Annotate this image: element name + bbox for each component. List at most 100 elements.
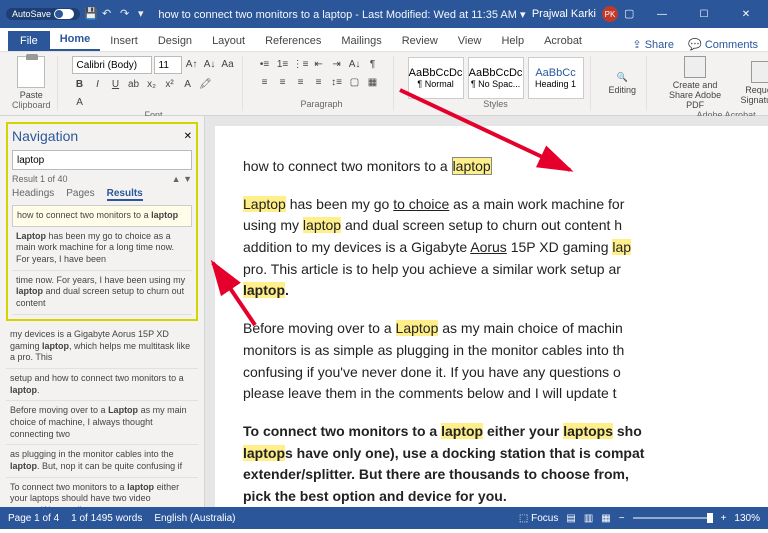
nav-result-item[interactable]: my devices is a Gigabyte Aorus 15P XD ga… [6, 325, 198, 369]
style-heading1[interactable]: AaBbCcHeading 1 [528, 57, 584, 99]
subscript-button[interactable]: x₂ [144, 76, 160, 92]
undo-icon[interactable]: ↶ [102, 7, 116, 21]
styles-group-label: Styles [483, 99, 508, 111]
bold-button[interactable]: B [72, 76, 88, 92]
show-marks-icon[interactable]: ¶ [365, 56, 381, 72]
status-focus[interactable]: ⬚ Focus [519, 513, 558, 524]
nav-tab-results[interactable]: Results [107, 188, 143, 201]
font-size-select[interactable] [154, 56, 182, 74]
clipboard-group-label: Clipboard [12, 100, 51, 112]
shading-icon[interactable]: ▢ [347, 74, 363, 90]
view-read-icon[interactable]: ▤ [566, 513, 575, 524]
font-color-icon[interactable]: A [72, 94, 88, 110]
tab-acrobat[interactable]: Acrobat [534, 31, 592, 51]
nav-result-nav-icons[interactable]: ▲ ▼ [172, 174, 192, 184]
paragraph-group-label: Paragraph [301, 99, 343, 111]
redo-icon[interactable]: ↷ [120, 7, 134, 21]
nav-result-item[interactable]: how to connect two monitors to a laptop [12, 205, 192, 227]
save-icon[interactable]: 💾 [84, 7, 98, 21]
zoom-in-button[interactable]: + [721, 513, 727, 524]
justify-icon[interactable]: ≡ [311, 74, 327, 90]
grow-font-icon[interactable]: A↑ [184, 56, 200, 72]
zoom-slider[interactable] [633, 517, 713, 519]
tab-layout[interactable]: Layout [202, 31, 255, 51]
tab-help[interactable]: Help [491, 31, 534, 51]
avatar[interactable]: PK [602, 6, 618, 22]
nav-tab-pages[interactable]: Pages [66, 188, 94, 201]
doc-title-line: how to connect two monitors to a laptop [243, 156, 768, 178]
align-right-icon[interactable]: ≡ [293, 74, 309, 90]
nav-result-item[interactable]: Laptop has been my go to choice as a mai… [12, 227, 192, 271]
paste-button[interactable]: Paste [13, 56, 49, 100]
pdf-icon [684, 56, 706, 78]
highlight-icon[interactable]: 🖍 [198, 76, 214, 92]
document-area[interactable]: how to connect two monitors to a laptop … [205, 116, 768, 507]
line-spacing-icon[interactable]: ↕≡ [329, 74, 345, 90]
italic-button[interactable]: I [90, 76, 106, 92]
nav-result-item[interactable]: as plugging in the monitor cables into t… [6, 445, 198, 477]
status-words[interactable]: 1 of 1495 words [71, 513, 142, 524]
nav-result-item[interactable]: Before moving over to a Laptop as my mai… [6, 401, 198, 445]
nav-results-list: how to connect two monitors to a laptopL… [12, 205, 192, 315]
strike-button[interactable]: ab [126, 76, 142, 92]
create-pdf-button[interactable]: Create and Share Adobe PDF [661, 56, 729, 110]
text-effects-icon[interactable]: A [180, 76, 196, 92]
superscript-button[interactable]: x² [162, 76, 178, 92]
group-editing: 🔍Editing [599, 56, 648, 111]
minimize-button[interactable]: — [644, 0, 680, 28]
doc-para-1: Laptop has been my go to choice as a mai… [243, 194, 768, 302]
tab-insert[interactable]: Insert [100, 31, 148, 51]
indent-left-icon[interactable]: ⇤ [311, 56, 327, 72]
nav-result-item[interactable]: time now. For years, I have been using m… [12, 271, 192, 315]
zoom-out-button[interactable]: − [619, 513, 625, 524]
multilevel-icon[interactable]: ⋮≡ [293, 56, 309, 72]
editing-button[interactable]: 🔍Editing [605, 72, 641, 95]
paste-label: Paste [20, 90, 43, 100]
change-case-icon[interactable]: Aa [220, 56, 236, 72]
tab-mailings[interactable]: Mailings [331, 31, 391, 51]
user-name[interactable]: Prajwal Karki [532, 8, 596, 20]
align-left-icon[interactable]: ≡ [257, 74, 273, 90]
nav-close-icon[interactable]: ✕ [184, 131, 192, 142]
numbering-icon[interactable]: 1≡ [275, 56, 291, 72]
shrink-font-icon[interactable]: A↓ [202, 56, 218, 72]
ribbon-display-icon[interactable]: ▢ [624, 7, 638, 21]
align-center-icon[interactable]: ≡ [275, 74, 291, 90]
borders-icon[interactable]: ▦ [365, 74, 381, 90]
underline-button[interactable]: U [108, 76, 124, 92]
autosave-toggle[interactable]: AutoSave [6, 8, 80, 20]
nav-title: Navigation [12, 128, 78, 144]
maximize-button[interactable]: ☐ [686, 0, 722, 28]
dropdown-icon[interactable]: ▾ [138, 7, 152, 21]
tab-design[interactable]: Design [148, 31, 202, 51]
style-nospacing[interactable]: AaBbCcDc¶ No Spac... [468, 57, 524, 99]
document-title[interactable]: how to connect two monitors to a laptop … [152, 8, 532, 21]
indent-right-icon[interactable]: ⇥ [329, 56, 345, 72]
nav-result-item[interactable]: setup and how to connect two monitors to… [6, 369, 198, 401]
style-normal[interactable]: AaBbCcDc¶ Normal [408, 57, 464, 99]
search-icon: 🔍 [617, 72, 628, 83]
nav-tab-headings[interactable]: Headings [12, 188, 54, 201]
nav-result-item[interactable]: To connect two monitors to a laptop eith… [6, 478, 198, 507]
tab-view[interactable]: View [448, 31, 492, 51]
status-page[interactable]: Page 1 of 4 [8, 513, 59, 524]
view-web-icon[interactable]: ▦ [601, 513, 610, 524]
tab-references[interactable]: References [255, 31, 331, 51]
request-sig-button[interactable]: Request Signatures [733, 61, 768, 105]
tab-home[interactable]: Home [50, 29, 101, 51]
page[interactable]: how to connect two monitors to a laptop … [215, 126, 768, 507]
tab-file[interactable]: File [8, 31, 50, 51]
tab-review[interactable]: Review [392, 31, 448, 51]
group-adobe: Create and Share Adobe PDF Request Signa… [655, 56, 768, 111]
zoom-level[interactable]: 130% [734, 513, 760, 524]
group-clipboard: Paste Clipboard [6, 56, 58, 111]
font-name-select[interactable] [72, 56, 152, 74]
sort-icon[interactable]: A↓ [347, 56, 363, 72]
comments-button[interactable]: 💬 Comments [688, 38, 758, 51]
status-lang[interactable]: English (Australia) [154, 513, 235, 524]
view-print-icon[interactable]: ▥ [584, 513, 593, 524]
nav-search-input[interactable] [12, 150, 192, 170]
share-button[interactable]: ⇪ Share [632, 38, 674, 51]
bullets-icon[interactable]: •≡ [257, 56, 273, 72]
close-button[interactable]: ✕ [728, 0, 764, 28]
